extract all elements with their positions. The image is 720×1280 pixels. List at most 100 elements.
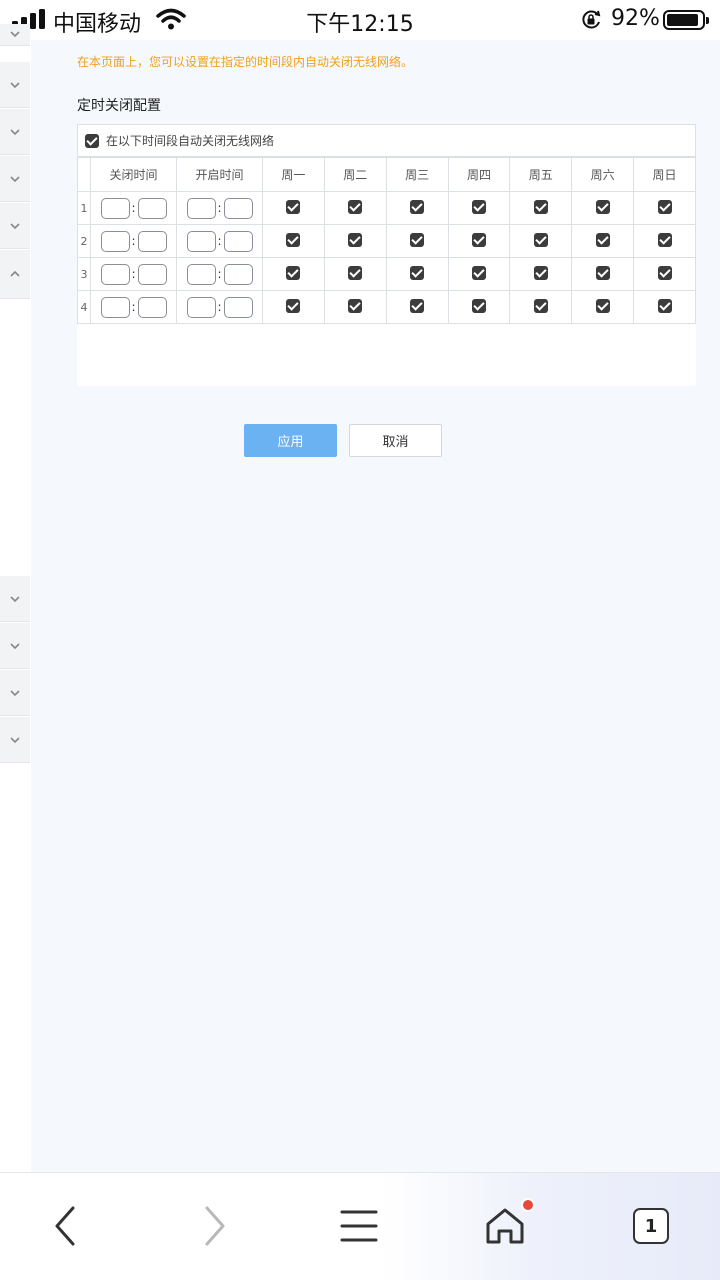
open-time-cell: : (176, 257, 263, 291)
open-minute-input[interactable] (223, 197, 253, 219)
close-hour-input[interactable] (100, 230, 130, 252)
saturday-checkbox[interactable] (595, 232, 610, 247)
time-separator: : (131, 300, 136, 314)
schedule-card: 在以下时间段自动关闭无线网络 关闭时间 开启时间 周一 周二 周三 周四 周五 … (77, 124, 696, 457)
monday-checkbox[interactable] (286, 232, 301, 247)
sidebar-item-collapsed[interactable] (0, 670, 30, 716)
close-hour-input[interactable] (100, 263, 130, 285)
tuesday-checkbox[interactable] (348, 265, 363, 280)
sunday-cell (633, 224, 696, 258)
header-monday: 周一 (262, 157, 325, 192)
saturday-checkbox[interactable] (595, 199, 610, 214)
close-time-cell: : (90, 257, 177, 291)
back-button[interactable] (41, 1201, 91, 1251)
forward-icon (205, 1206, 225, 1246)
notification-dot (521, 1198, 535, 1212)
friday-checkbox[interactable] (533, 265, 548, 280)
wednesday-checkbox[interactable] (410, 232, 425, 247)
monday-checkbox[interactable] (286, 265, 301, 280)
saturday-cell (571, 224, 635, 258)
forward-button[interactable] (189, 1201, 239, 1251)
wednesday-cell (385, 290, 449, 324)
friday-cell (509, 257, 573, 291)
close-time-cell: : (90, 191, 177, 225)
sidebar-item-collapsed[interactable] (0, 623, 30, 669)
tabs-button[interactable]: 1 (626, 1201, 676, 1251)
header-index (77, 157, 91, 192)
sunday-checkbox[interactable] (657, 265, 672, 280)
time-separator: : (217, 234, 222, 248)
open-minute-input[interactable] (223, 263, 253, 285)
table-header-row: 关闭时间 开启时间 周一 周二 周三 周四 周五 周六 周日 (77, 157, 696, 192)
back-icon (55, 1206, 75, 1246)
friday-checkbox[interactable] (533, 199, 548, 214)
close-time-cell: : (90, 224, 177, 258)
tuesday-checkbox[interactable] (348, 232, 363, 247)
sidebar-item-collapsed[interactable] (0, 62, 30, 108)
open-hour-input[interactable] (186, 263, 216, 285)
wednesday-checkbox[interactable] (410, 265, 425, 280)
tuesday-checkbox[interactable] (348, 298, 363, 313)
chevron-down-icon (10, 30, 20, 37)
friday-cell (509, 224, 573, 258)
time-separator: : (131, 201, 136, 215)
sunday-checkbox[interactable] (657, 232, 672, 247)
open-minute-input[interactable] (223, 230, 253, 252)
sunday-checkbox[interactable] (657, 199, 672, 214)
sidebar-item-collapsed[interactable] (0, 156, 30, 202)
open-hour-input[interactable] (186, 197, 216, 219)
tabs-icon: 1 (633, 1208, 669, 1244)
saturday-checkbox[interactable] (595, 298, 610, 313)
monday-cell (262, 257, 325, 291)
open-minute-input[interactable] (223, 296, 253, 318)
apply-button[interactable]: 应用 (244, 424, 337, 457)
tuesday-cell (323, 257, 387, 291)
monday-checkbox[interactable] (286, 298, 301, 313)
friday-checkbox[interactable] (533, 232, 548, 247)
chevron-down-icon (10, 128, 20, 135)
sidebar-item-expanded[interactable] (0, 250, 30, 299)
friday-checkbox[interactable] (533, 298, 548, 313)
monday-checkbox[interactable] (286, 199, 301, 214)
thursday-checkbox[interactable] (471, 199, 486, 214)
sidebar-item-collapsed[interactable] (0, 109, 30, 155)
thursday-checkbox[interactable] (471, 298, 486, 313)
close-minute-input[interactable] (137, 263, 167, 285)
thursday-checkbox[interactable] (471, 232, 486, 247)
wednesday-checkbox[interactable] (410, 199, 425, 214)
thursday-cell (447, 290, 511, 324)
saturday-checkbox[interactable] (595, 265, 610, 280)
table-row: 1:: (77, 191, 696, 225)
open-hour-input[interactable] (186, 230, 216, 252)
tuesday-checkbox[interactable] (348, 199, 363, 214)
sidebar-item-collapsed[interactable] (0, 203, 30, 249)
sunday-checkbox[interactable] (657, 298, 672, 313)
close-minute-input[interactable] (137, 296, 167, 318)
cancel-button[interactable]: 取消 (349, 424, 442, 457)
menu-button[interactable] (334, 1201, 384, 1251)
monday-cell (262, 290, 325, 324)
sidebar-item-collapsed[interactable] (0, 24, 30, 46)
monday-cell (262, 191, 325, 225)
time-separator: : (217, 267, 222, 281)
friday-cell (509, 290, 573, 324)
enable-schedule-checkbox[interactable] (85, 133, 99, 148)
thursday-checkbox[interactable] (471, 265, 486, 280)
browser-toolbar: 1 (0, 1172, 720, 1280)
friday-cell (509, 191, 573, 225)
sidebar-item-collapsed[interactable] (0, 717, 30, 763)
close-minute-input[interactable] (137, 197, 167, 219)
section-title: 定时关闭配置 (77, 98, 161, 114)
wednesday-checkbox[interactable] (410, 298, 425, 313)
tuesday-cell (323, 191, 387, 225)
close-time-cell: : (90, 290, 177, 324)
close-hour-input[interactable] (100, 296, 130, 318)
sidebar-item-collapsed[interactable] (0, 576, 30, 622)
open-hour-input[interactable] (186, 296, 216, 318)
sidebar (0, 24, 30, 1172)
close-hour-input[interactable] (100, 197, 130, 219)
close-minute-input[interactable] (137, 230, 167, 252)
wednesday-cell (385, 257, 449, 291)
header-tuesday: 周二 (323, 157, 387, 192)
battery-percent: 92% (611, 6, 660, 31)
